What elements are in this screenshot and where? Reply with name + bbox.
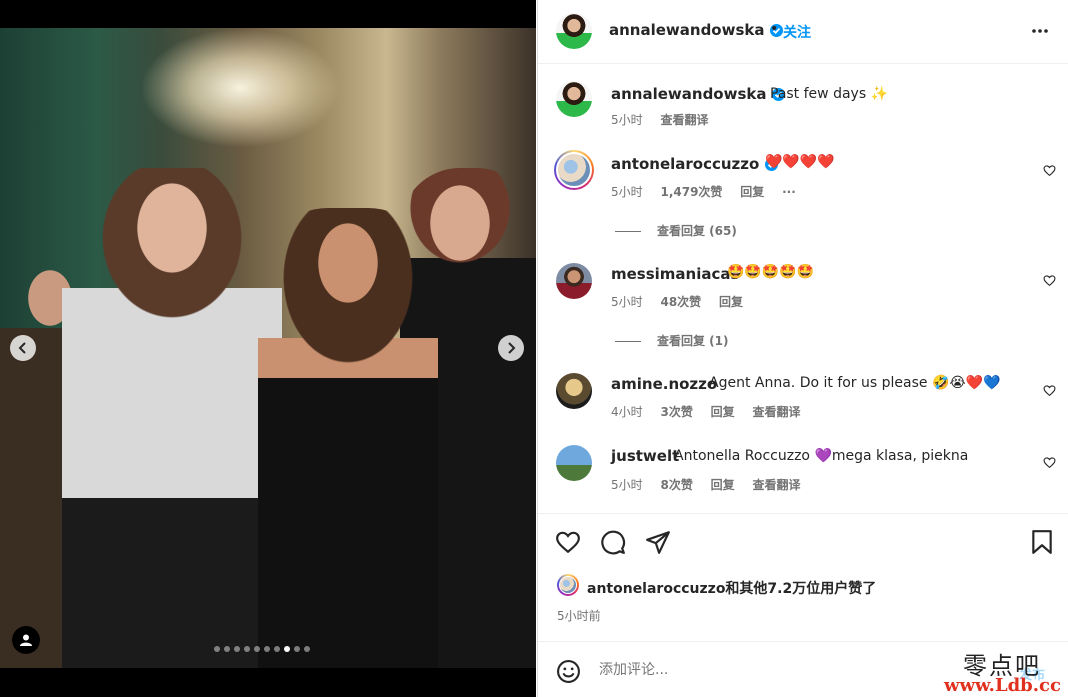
- comment-username[interactable]: messimaniacas: [611, 265, 739, 283]
- translate-link[interactable]: 查看翻译: [753, 405, 801, 419]
- carousel-dot: [214, 646, 220, 652]
- reply-button[interactable]: 回复: [711, 478, 735, 492]
- carousel-dot: [274, 646, 280, 652]
- replies-line: [615, 231, 641, 232]
- woman-black-dress: [258, 208, 438, 668]
- post-viewer: { "post": { "author": "annalewandowska",…: [0, 0, 1068, 697]
- comment-meta: 5小时 48次赞 回复: [611, 293, 743, 310]
- carousel-dot: [234, 646, 240, 652]
- carousel-indicator: [214, 646, 310, 652]
- post-photo: [0, 28, 536, 668]
- comment-more-button[interactable]: ···: [782, 185, 796, 199]
- caption-translate-link[interactable]: 查看翻译: [660, 113, 708, 127]
- caption-meta: 5小时 查看翻译: [611, 111, 708, 128]
- comment-username[interactable]: amine.nozzo: [611, 375, 717, 393]
- user-icon: [20, 634, 32, 646]
- reply-button[interactable]: 回复: [740, 185, 764, 199]
- post-timestamp: 5小时前: [557, 609, 601, 623]
- liker-avatar[interactable]: [557, 574, 579, 596]
- comment-username[interactable]: justwelt: [611, 447, 679, 465]
- woman-silver-jacket: [62, 168, 282, 668]
- comment-avatar[interactable]: [556, 445, 592, 481]
- chevron-left-icon: [18, 342, 26, 354]
- carousel-next-button[interactable]: [498, 335, 524, 361]
- user-tags-button[interactable]: [12, 626, 40, 654]
- carousel-dot-active: [284, 646, 290, 652]
- carousel-dot: [264, 646, 270, 652]
- comment-text: ❤️❤️❤️❤️: [765, 154, 835, 170]
- carousel-dot: [304, 646, 310, 652]
- emoji-icon[interactable]: [556, 659, 581, 684]
- comment-like-icon[interactable]: [1043, 164, 1056, 177]
- carousel-dot: [294, 646, 300, 652]
- comment-likes[interactable]: 48次赞: [660, 295, 701, 309]
- comment-meta: 5小时 8次赞 回复 查看翻译: [611, 476, 801, 493]
- like-heart-icon[interactable]: [555, 529, 581, 555]
- carousel-dot: [254, 646, 260, 652]
- comment-likes[interactable]: 3次赞: [660, 405, 692, 419]
- comment-username[interactable]: antonelaroccuzzo: [611, 155, 778, 173]
- comment-meta: 5小时 1,479次赞 回复 ···: [611, 183, 796, 200]
- reply-button[interactable]: 回复: [719, 295, 743, 309]
- watermark-url: www.Ldb.cc: [944, 675, 1061, 696]
- comment-like-icon[interactable]: [1043, 456, 1056, 469]
- comment-avatar[interactable]: [556, 373, 592, 409]
- comment-avatar[interactable]: [556, 263, 592, 299]
- comment-text: Agent Anna. Do it for us please 🤣😭❤️💙: [709, 375, 1001, 391]
- author-avatar[interactable]: [556, 13, 592, 49]
- comment-time: 5小时: [611, 295, 643, 309]
- more-options-icon[interactable]: [1031, 28, 1049, 34]
- chevron-right-icon: [508, 342, 516, 354]
- comment-text: 🤩🤩🤩🤩🤩: [727, 264, 815, 280]
- likes-summary[interactable]: antonelaroccuzzo和其他7.2万位用户赞了: [587, 578, 876, 598]
- comment-like-icon[interactable]: [1043, 384, 1056, 397]
- caption-username[interactable]: annalewandowska: [611, 85, 785, 103]
- comment-avatar[interactable]: [554, 150, 594, 190]
- comment-bubble-icon[interactable]: [600, 529, 626, 555]
- post-details-panel: annalewandowska • 关注 annalewandowska Pas…: [537, 0, 1068, 697]
- translate-link[interactable]: 查看翻译: [753, 478, 801, 492]
- view-replies-button[interactable]: 查看回复 (1): [615, 332, 729, 349]
- comment-time: 4小时: [611, 405, 643, 419]
- comment-likes[interactable]: 8次赞: [660, 478, 692, 492]
- comment-time: 5小时: [611, 185, 643, 199]
- comment-like-icon[interactable]: [1043, 274, 1056, 287]
- save-bookmark-icon[interactable]: [1030, 529, 1054, 555]
- post-header: annalewandowska • 关注: [538, 0, 1068, 64]
- carousel-dot: [244, 646, 250, 652]
- comment-input[interactable]: [599, 662, 959, 678]
- comment-meta: 4小时 3次赞 回复 查看翻译: [611, 403, 801, 420]
- comment-text: Antonella Roccuzzo 💜mega klasa, piekna: [674, 448, 969, 464]
- post-media: [0, 0, 536, 697]
- caption-time: 5小时: [611, 113, 643, 127]
- view-replies-button[interactable]: 查看回复 (65): [615, 222, 737, 239]
- follow-button[interactable]: 关注: [783, 22, 811, 42]
- comment-likes[interactable]: 1,479次赞: [660, 185, 722, 199]
- comment-time: 5小时: [611, 478, 643, 492]
- caption-text: Past few days ✨: [770, 86, 888, 102]
- carousel-prev-button[interactable]: [10, 335, 36, 361]
- author-username[interactable]: annalewandowska: [609, 21, 783, 39]
- post-actions: antonelaroccuzzo和其他7.2万位用户赞了 5小时前: [538, 513, 1068, 643]
- carousel-dot: [224, 646, 230, 652]
- caption-avatar[interactable]: [556, 81, 592, 117]
- share-send-icon[interactable]: [645, 529, 671, 555]
- reply-button[interactable]: 回复: [711, 405, 735, 419]
- header-separator: •: [770, 21, 779, 37]
- replies-line: [615, 341, 641, 342]
- chandelier: [140, 28, 340, 148]
